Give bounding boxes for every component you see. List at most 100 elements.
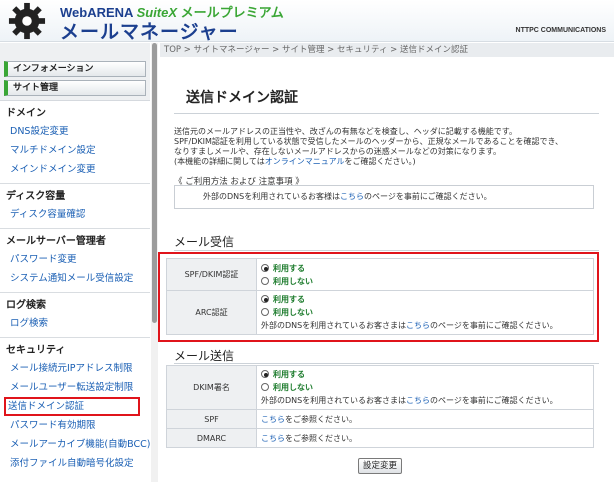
breadcrumb: TOP > サイトマネージャー > サイト管理 > セキュリティ > 送信ドメイ… [160,43,614,57]
arc-note-suffix: のページを事前にご確認ください。 [429,321,558,330]
sidebar-item-disk-capacity[interactable]: ディスク容量確認 [0,205,150,224]
spf-dkim-options: 利用する 利用しない [256,258,594,291]
radio-selected-icon[interactable] [261,370,269,378]
arc-off-option[interactable]: 利用しない [261,306,589,319]
sidebar-item-log-search[interactable]: ログ検索 [0,314,150,333]
sidebar-scrollbar[interactable] [151,43,158,482]
sidebar: インフォメーション サイト管理 ドメイン DNS設定変更 マルチドメイン設定 メ… [0,43,150,482]
dmarc-value: こちらをご参照ください。 [256,428,594,448]
sidebar-top-menu: インフォメーション サイト管理 [0,43,150,101]
intro-line: なりすましメールや、存在しないメールアドレスからの迷惑メールなどの対策になります… [174,147,501,156]
gear-logo-icon [8,2,46,40]
sidebar-item-multi-domain[interactable]: マルチドメイン設定 [0,141,150,160]
send-section-divider [174,363,599,364]
online-manual-link[interactable]: オンラインマニュアル [265,157,345,166]
arc-here-link[interactable]: こちら [406,321,430,330]
sidebar-item-dns-settings[interactable]: DNS設定変更 [0,122,150,141]
arc-options: 利用する 利用しない 外部のDNSを利用されているお客さまはこちらのページを事前… [256,290,594,335]
sidebar-item-forward-restriction[interactable]: メールユーザー転送設定制限 [0,378,150,397]
sidebar-item-password-expiry[interactable]: パスワード有効期限 [0,416,150,435]
receive-settings-table: SPF/DKIM認証 利用する 利用しない ARC認証 利用する 利用しない 外… [166,258,594,335]
arc-note-prefix: 外部のDNSを利用されているお客さまは [261,321,406,330]
sidebar-group-title: ディスク容量 [6,191,66,202]
spf-suffix: をご参照ください。 [285,414,357,424]
sidebar-group-title: メールサーバー管理者 [6,236,106,247]
spf-here-link[interactable]: こちら [261,415,285,424]
sidebar-group-log: ログ検索 ログ検索 [0,292,150,333]
usage-suffix: のページを事前にご確認ください。 [363,192,492,201]
usage-prefix: 外部のDNSを利用されているお客様は [203,192,340,201]
main-content: 送信ドメイン認証 送信元のメールアドレスの正当性や、改ざんの有無などを検査し、ヘ… [160,57,614,482]
sidebar-group-disk: ディスク容量 ディスク容量確認 [0,183,150,224]
sidebar-group-mail-admin: メールサーバー管理者 パスワード変更 システム通知メール受信設定 [0,228,150,288]
apply-settings-button[interactable]: 設定変更 [358,458,402,474]
dkim-here-link[interactable]: こちら [406,396,430,405]
sidebar-item-ip-restriction[interactable]: メール接続元IPアドレス制限 [0,359,150,378]
arc-on-option[interactable]: 利用する [261,293,589,306]
page-title: 送信ドメイン認証 [186,90,298,106]
dmarc-here-link[interactable]: こちら [261,434,285,443]
sidebar-group-title: ログ検索 [6,300,46,311]
receive-section-title: メール受信 [174,235,235,249]
radio-empty-icon[interactable] [261,276,269,285]
option-on-label: 利用する [273,295,305,304]
radio-selected-icon[interactable] [261,263,269,272]
dkim-signature-label: DKIM署名 [166,365,257,410]
send-settings-table: DKIM署名 利用する 利用しない 外部のDNSを利用されているお客さまはこちら… [166,365,594,448]
table-row: DKIM署名 利用する 利用しない 外部のDNSを利用されているお客さまはこちら… [166,365,594,410]
sidebar-item-main-domain[interactable]: メインドメイン変更 [0,160,150,179]
spf-label: SPF [166,409,257,429]
spf-dkim-label: SPF/DKIM認証 [166,258,257,291]
app-header: WebARENA SuiteX メールプレミアム メールマネージャー NTTPC… [0,0,614,43]
spf-dkim-on-option[interactable]: 利用する [261,262,589,275]
arc-note: 外部のDNSを利用されているお客さまはこちらのページを事前にご確認ください。 [261,319,589,332]
dmarc-suffix: をご参照ください。 [285,433,357,443]
table-row: ARC認証 利用する 利用しない 外部のDNSを利用されているお客さまはこちらの… [166,290,594,335]
scrollbar-thumb[interactable] [152,43,157,323]
intro-line: (本機能の詳細に関してはオンラインマニュアルをご確認ください。) [174,157,604,167]
spf-value: こちらをご参照ください。 [256,409,594,429]
brand-title: メールマネージャー [60,22,239,43]
sidebar-group-domain: ドメイン DNS設定変更 マルチドメイン設定 メインドメイン変更 [0,101,150,179]
option-off-label: 利用しない [273,276,313,286]
dkim-options: 利用する 利用しない 外部のDNSを利用されているお客さまはこちらのページを事前… [256,365,594,410]
dkim-note-prefix: 外部のDNSを利用されているお客さまは [261,396,406,405]
intro-line: 送信元のメールアドレスの正当性や、改ざんの有無などを検査し、ヘッダに記載する機能… [174,127,517,136]
sidebar-item-mail-archive[interactable]: メールアーカイブ機能(自動BCC) [0,435,150,454]
radio-selected-icon[interactable] [261,295,269,303]
receive-section-divider [174,250,599,251]
menu-button-information[interactable]: インフォメーション [4,61,146,77]
sidebar-group-title: ドメイン [6,108,46,119]
radio-empty-icon[interactable] [261,308,269,316]
table-row: SPF こちらをご参照ください。 [166,409,594,429]
menu-button-site-management[interactable]: サイト管理 [4,80,146,96]
intro-text: 送信元のメールアドレスの正当性や、改ざんの有無などを検査し、ヘッダに記載する機能… [174,127,604,167]
send-section-title: メール送信 [174,349,235,363]
table-row: DMARC こちらをご参照ください。 [166,428,594,448]
dkim-note: 外部のDNSを利用されているお客さまはこちらのページを事前にご確認ください。 [261,394,589,407]
radio-empty-icon[interactable] [261,383,269,391]
dkim-on-option[interactable]: 利用する [261,368,589,381]
dkim-note-suffix: のページを事前にご確認ください。 [429,396,558,405]
arc-label: ARC認証 [166,290,257,335]
title-divider [174,113,599,114]
sidebar-item-attachment-encryption[interactable]: 添付ファイル自動暗号化設定 [0,454,150,473]
table-row: SPF/DKIM認証 利用する 利用しない [166,258,594,291]
dmarc-label: DMARC [166,428,257,448]
option-off-label: 利用しない [273,308,313,317]
sidebar-item-sender-domain-auth[interactable]: 送信ドメイン認証 [4,397,140,416]
sidebar-item-password-change[interactable]: パスワード変更 [0,250,150,269]
sidebar-item-system-notify[interactable]: システム通知メール受信設定 [0,269,150,288]
option-on-label: 利用する [273,370,305,379]
intro-last-suffix: をご確認ください。) [344,157,416,166]
dkim-off-option[interactable]: 利用しない [261,381,589,394]
company-logo: NTTPC COMMUNICATIONS [515,27,606,34]
sidebar-group-title: セキュリティ [6,345,66,356]
option-off-label: 利用しない [273,383,313,392]
option-on-label: 利用する [273,263,305,273]
sidebar-group-security: セキュリティ メール接続元IPアドレス制限 メールユーザー転送設定制限 送信ドメ… [0,337,150,473]
intro-last-prefix: (本機能の詳細に関しては [174,157,265,166]
usage-here-link[interactable]: こちら [340,192,364,201]
spf-dkim-off-option[interactable]: 利用しない [261,275,589,288]
intro-line: SPF/DKIM認証を利用している状態で受信したメールのヘッダーから、正規なメー… [174,137,563,146]
